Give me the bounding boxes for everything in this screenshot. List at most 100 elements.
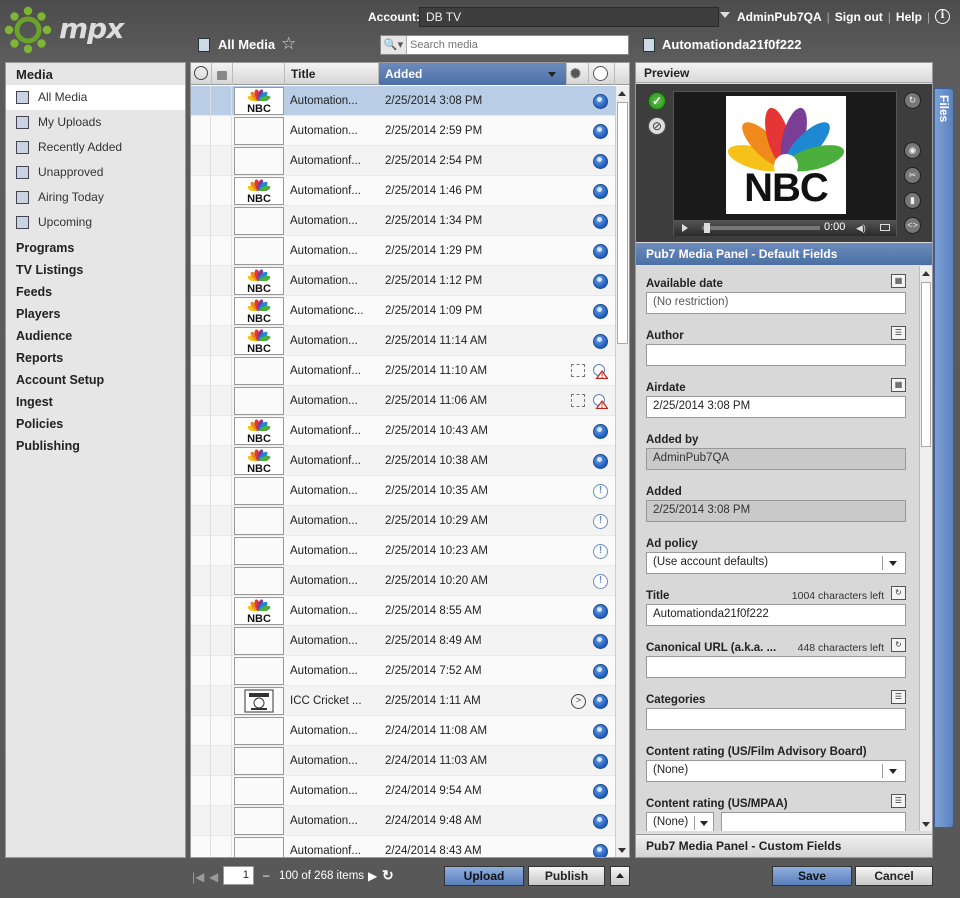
categories-input[interactable] — [646, 708, 906, 730]
info-icon[interactable]: i — [935, 9, 950, 24]
rating-film-select[interactable]: (None) — [646, 760, 906, 782]
available-date-input[interactable]: (No restriction) — [646, 292, 906, 314]
published-globe-icon[interactable] — [593, 94, 608, 109]
sidebar-item-account-setup[interactable]: Account Setup — [6, 369, 185, 391]
first-page-icon[interactable]: |◀ — [192, 870, 204, 884]
table-row[interactable]: NBC Automationf... 2/25/2014 10:43 AM — [191, 416, 615, 446]
chevron-down-icon[interactable] — [720, 12, 730, 18]
sidebar-item-unapproved[interactable]: Unapproved — [6, 160, 185, 185]
user-link[interactable]: AdminPub7QA — [737, 10, 822, 24]
list-picker-icon[interactable]: ☰ — [891, 690, 906, 704]
captions-icon[interactable] — [880, 224, 890, 231]
refresh-icon[interactable]: ↻ — [891, 638, 906, 652]
video-player[interactable]: NBC 0:00 ◀) — [673, 91, 897, 236]
scroll-down-icon[interactable] — [922, 822, 930, 827]
scroll-thumb[interactable] — [617, 102, 628, 344]
table-row[interactable]: Automation... 2/25/2014 10:20 AM! — [191, 566, 615, 596]
approve-check-icon[interactable]: ✓ — [648, 92, 666, 110]
sidebar-item-players[interactable]: Players — [6, 303, 185, 325]
published-globe-icon[interactable] — [593, 244, 608, 259]
table-row[interactable]: Automation... 2/25/2014 1:29 PM — [191, 236, 615, 266]
table-row[interactable]: Automationf... 2/25/2014 2:54 PM — [191, 146, 615, 176]
table-row[interactable]: NBC Automation... 2/25/2014 1:12 PM — [191, 266, 615, 296]
scroll-thumb[interactable] — [921, 282, 931, 447]
table-row[interactable]: Automation... 2/25/2014 8:49 AM — [191, 626, 615, 656]
published-globe-icon[interactable] — [593, 784, 608, 799]
star-icon[interactable]: ☆ — [281, 34, 296, 54]
ad-policy-select[interactable]: (Use account defaults) — [646, 552, 906, 574]
play-icon[interactable] — [682, 224, 688, 232]
sidebar-item-feeds[interactable]: Feeds — [6, 281, 185, 303]
column-unavailable[interactable] — [191, 63, 212, 85]
published-globe-icon[interactable] — [593, 304, 608, 319]
arrow-right-circle-icon[interactable]: > — [571, 694, 586, 709]
table-row[interactable]: Automation... 2/24/2014 9:48 AM — [191, 806, 615, 836]
custom-fields-heading[interactable]: Pub7 Media Panel - Custom Fields — [636, 834, 932, 857]
rating-mpaa-subrating-input[interactable] — [721, 812, 906, 831]
table-row[interactable]: Automation... 2/25/2014 2:59 PM — [191, 116, 615, 146]
published-globe-icon[interactable] — [593, 634, 608, 649]
scroll-up-icon[interactable] — [922, 271, 930, 276]
table-row[interactable]: NBC Automationf... 2/25/2014 10:38 AM — [191, 446, 615, 476]
prev-page-icon[interactable]: ◀ — [209, 870, 218, 884]
table-row[interactable]: Automation... 2/25/2014 11:06 AM! — [191, 386, 615, 416]
published-globe-icon[interactable] — [593, 754, 608, 769]
column-added[interactable]: Added — [379, 63, 567, 85]
refresh-icon[interactable]: ↻ — [891, 586, 906, 600]
sidebar-item-audience[interactable]: Audience — [6, 325, 185, 347]
search-input[interactable] — [410, 37, 625, 53]
table-row[interactable]: Automation... 2/25/2014 10:29 AM! — [191, 506, 615, 536]
table-row[interactable]: NBC Automation... 2/25/2014 8:55 AM — [191, 596, 615, 626]
table-row[interactable]: Automation... 2/25/2014 10:23 AM! — [191, 536, 615, 566]
table-row[interactable]: Automation... 2/24/2014 11:03 AM — [191, 746, 615, 776]
pending-icon[interactable]: ! — [593, 514, 608, 529]
sidebar-item-airing-today[interactable]: Airing Today — [6, 185, 185, 210]
files-tab[interactable]: Files — [934, 88, 954, 828]
column-publish[interactable] — [589, 63, 615, 85]
title-input[interactable]: Automationda21f0f222 — [646, 604, 906, 626]
table-row[interactable]: Automation... 2/25/2014 7:52 AM — [191, 656, 615, 686]
scrub-bar[interactable] — [702, 226, 820, 230]
column-processing[interactable]: ✺ — [567, 63, 589, 85]
sidebar-item-upcoming[interactable]: Upcoming — [6, 210, 185, 235]
scroll-up-icon[interactable] — [618, 91, 626, 96]
published-globe-icon[interactable] — [593, 124, 608, 139]
cancel-button[interactable]: Cancel — [855, 866, 933, 886]
column-lock[interactable] — [212, 63, 233, 85]
sidebar-item-policies[interactable]: Policies — [6, 413, 185, 435]
table-row[interactable]: NBC Automation... 2/25/2014 11:14 AM — [191, 326, 615, 356]
published-globe-icon[interactable] — [593, 214, 608, 229]
bookmark-icon[interactable]: ▮ — [904, 192, 921, 209]
airdate-input[interactable]: 2/25/2014 3:08 PM — [646, 396, 906, 418]
sidebar-item-tv-listings[interactable]: TV Listings — [6, 259, 185, 281]
volume-icon[interactable]: ◀) — [856, 223, 866, 234]
publish-warning-icon[interactable]: ! — [593, 364, 609, 380]
rating-mpaa-select[interactable]: (None) — [646, 812, 714, 831]
published-globe-icon[interactable] — [593, 334, 608, 349]
more-actions-button[interactable] — [610, 866, 630, 886]
sidebar-item-reports[interactable]: Reports — [6, 347, 185, 369]
table-row[interactable]: Automationf... 2/24/2014 8:43 AM — [191, 836, 615, 857]
table-row[interactable]: Automationf... 2/25/2014 11:10 AM! — [191, 356, 615, 386]
page-number-input[interactable]: 1 — [223, 866, 254, 885]
author-input[interactable] — [646, 344, 906, 366]
column-thumbnail[interactable] — [233, 63, 285, 85]
publish-warning-icon[interactable]: ! — [593, 394, 609, 410]
embed-icon[interactable]: <> — [904, 217, 921, 234]
help-link[interactable]: Help — [896, 10, 922, 24]
list-picker-icon[interactable]: ☰ — [891, 326, 906, 340]
published-globe-icon[interactable] — [593, 274, 608, 289]
no-entry-icon[interactable]: ⊘ — [648, 117, 666, 135]
table-row[interactable]: Automation... 2/25/2014 10:35 AM! — [191, 476, 615, 506]
published-globe-icon[interactable] — [593, 154, 608, 169]
table-row[interactable]: Automation... 2/24/2014 11:08 AM — [191, 716, 615, 746]
sidebar-item-my-uploads[interactable]: My Uploads — [6, 110, 185, 135]
search-icon[interactable]: 🔍▾ — [381, 36, 407, 54]
refresh-icon[interactable]: ↻ — [382, 867, 394, 884]
list-scrollbar[interactable] — [615, 86, 629, 857]
table-row[interactable]: Automation... 2/24/2014 9:54 AM — [191, 776, 615, 806]
sign-out-link[interactable]: Sign out — [835, 10, 883, 24]
sidebar-item-publishing[interactable]: Publishing — [6, 435, 185, 457]
column-title[interactable]: Title — [285, 63, 379, 85]
sidebar-item-ingest[interactable]: Ingest — [6, 391, 185, 413]
